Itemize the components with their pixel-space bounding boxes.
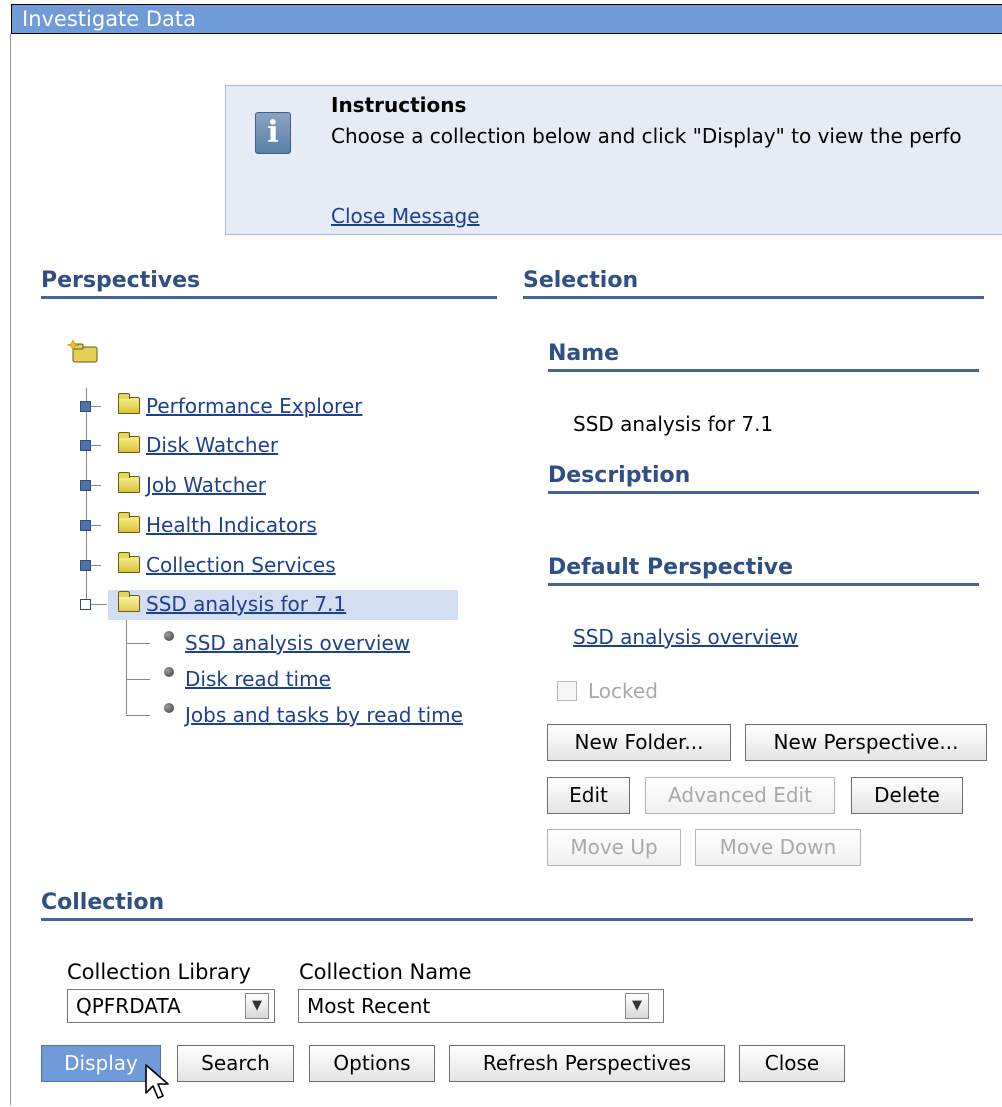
delete-button[interactable]: Delete (851, 777, 963, 814)
folder-icon (118, 432, 140, 453)
perspectives-heading: Perspectives (41, 268, 201, 293)
expand-icon[interactable] (80, 480, 91, 491)
tree-item-label[interactable]: Disk read time (185, 667, 331, 691)
collection-heading: Collection (41, 890, 165, 915)
move-up-button[interactable]: Move Up (547, 829, 681, 866)
window-title: Investigate Data (22, 7, 197, 31)
collection-library-select[interactable]: QPFRDATA ▼ (67, 989, 275, 1023)
new-folder-icon[interactable] (66, 338, 101, 364)
instructions-title: Instructions (331, 93, 467, 117)
left-border (10, 34, 11, 1105)
expand-icon[interactable] (80, 401, 91, 412)
folder-icon (118, 472, 140, 493)
folder-icon (118, 512, 140, 533)
selection-rule (523, 296, 984, 299)
locked-checkbox[interactable] (557, 681, 577, 701)
description-rule (548, 491, 979, 494)
perspective-bullet-icon (164, 631, 174, 641)
collection-library-value: QPFRDATA (76, 994, 181, 1018)
display-button[interactable]: Display (41, 1045, 161, 1082)
tree-item-label[interactable]: SSD analysis overview (185, 631, 410, 655)
name-rule (548, 369, 979, 372)
description-heading: Description (548, 463, 691, 488)
default-perspective-heading: Default Perspective (548, 555, 793, 580)
collection-rule (41, 918, 973, 921)
default-perspective-rule (548, 583, 979, 586)
tree-folder-label[interactable]: Performance Explorer (146, 394, 362, 418)
search-button[interactable]: Search (177, 1045, 294, 1082)
folder-icon (118, 552, 140, 573)
collapse-icon[interactable] (80, 599, 91, 610)
name-heading: Name (548, 341, 620, 366)
mouse-cursor-icon (144, 1063, 172, 1103)
perspective-bullet-icon (164, 667, 174, 677)
tree-folder-label[interactable]: Health Indicators (146, 513, 317, 537)
tree-folder-label[interactable]: Disk Watcher (146, 433, 278, 457)
options-button[interactable]: Options (309, 1045, 435, 1082)
open-folder-icon (118, 591, 140, 612)
info-icon: i (255, 112, 291, 154)
default-perspective-link[interactable]: SSD analysis overview (573, 625, 798, 649)
tree-item-label[interactable]: Jobs and tasks by read time (185, 703, 463, 727)
collection-name-label: Collection Name (299, 960, 472, 984)
close-message-link[interactable]: Close Message (331, 204, 480, 228)
locked-label: Locked (588, 679, 658, 703)
close-button[interactable]: Close (739, 1045, 845, 1082)
perspective-bullet-icon (164, 703, 174, 713)
collection-name-select[interactable]: Most Recent ▼ (298, 989, 664, 1023)
edit-button[interactable]: Edit (547, 777, 630, 814)
tree-folder-label[interactable]: SSD analysis for 7.1 (146, 592, 346, 616)
chevron-down-icon[interactable]: ▼ (245, 993, 269, 1019)
expand-icon[interactable] (80, 520, 91, 531)
window-title-bar: Investigate Data (11, 4, 1002, 34)
new-perspective-button[interactable]: New Perspective... (745, 724, 987, 761)
tree-folder-label[interactable]: Collection Services (146, 553, 336, 577)
folder-icon (118, 393, 140, 414)
tree-folder-label[interactable]: Job Watcher (146, 473, 266, 497)
expand-icon[interactable] (80, 440, 91, 451)
perspectives-rule (41, 296, 497, 299)
refresh-perspectives-button[interactable]: Refresh Perspectives (449, 1045, 725, 1082)
collection-library-label: Collection Library (67, 960, 251, 984)
tree-child-connector (126, 620, 127, 714)
instructions-text: Choose a collection below and click "Dis… (331, 124, 962, 148)
chevron-down-icon[interactable]: ▼ (625, 993, 649, 1019)
advanced-edit-button[interactable]: Advanced Edit (645, 777, 835, 814)
name-value: SSD analysis for 7.1 (573, 412, 774, 436)
expand-icon[interactable] (80, 560, 91, 571)
collection-name-value: Most Recent (307, 994, 431, 1018)
selection-heading: Selection (523, 268, 639, 293)
new-folder-button[interactable]: New Folder... (547, 724, 731, 761)
move-down-button[interactable]: Move Down (695, 829, 861, 866)
